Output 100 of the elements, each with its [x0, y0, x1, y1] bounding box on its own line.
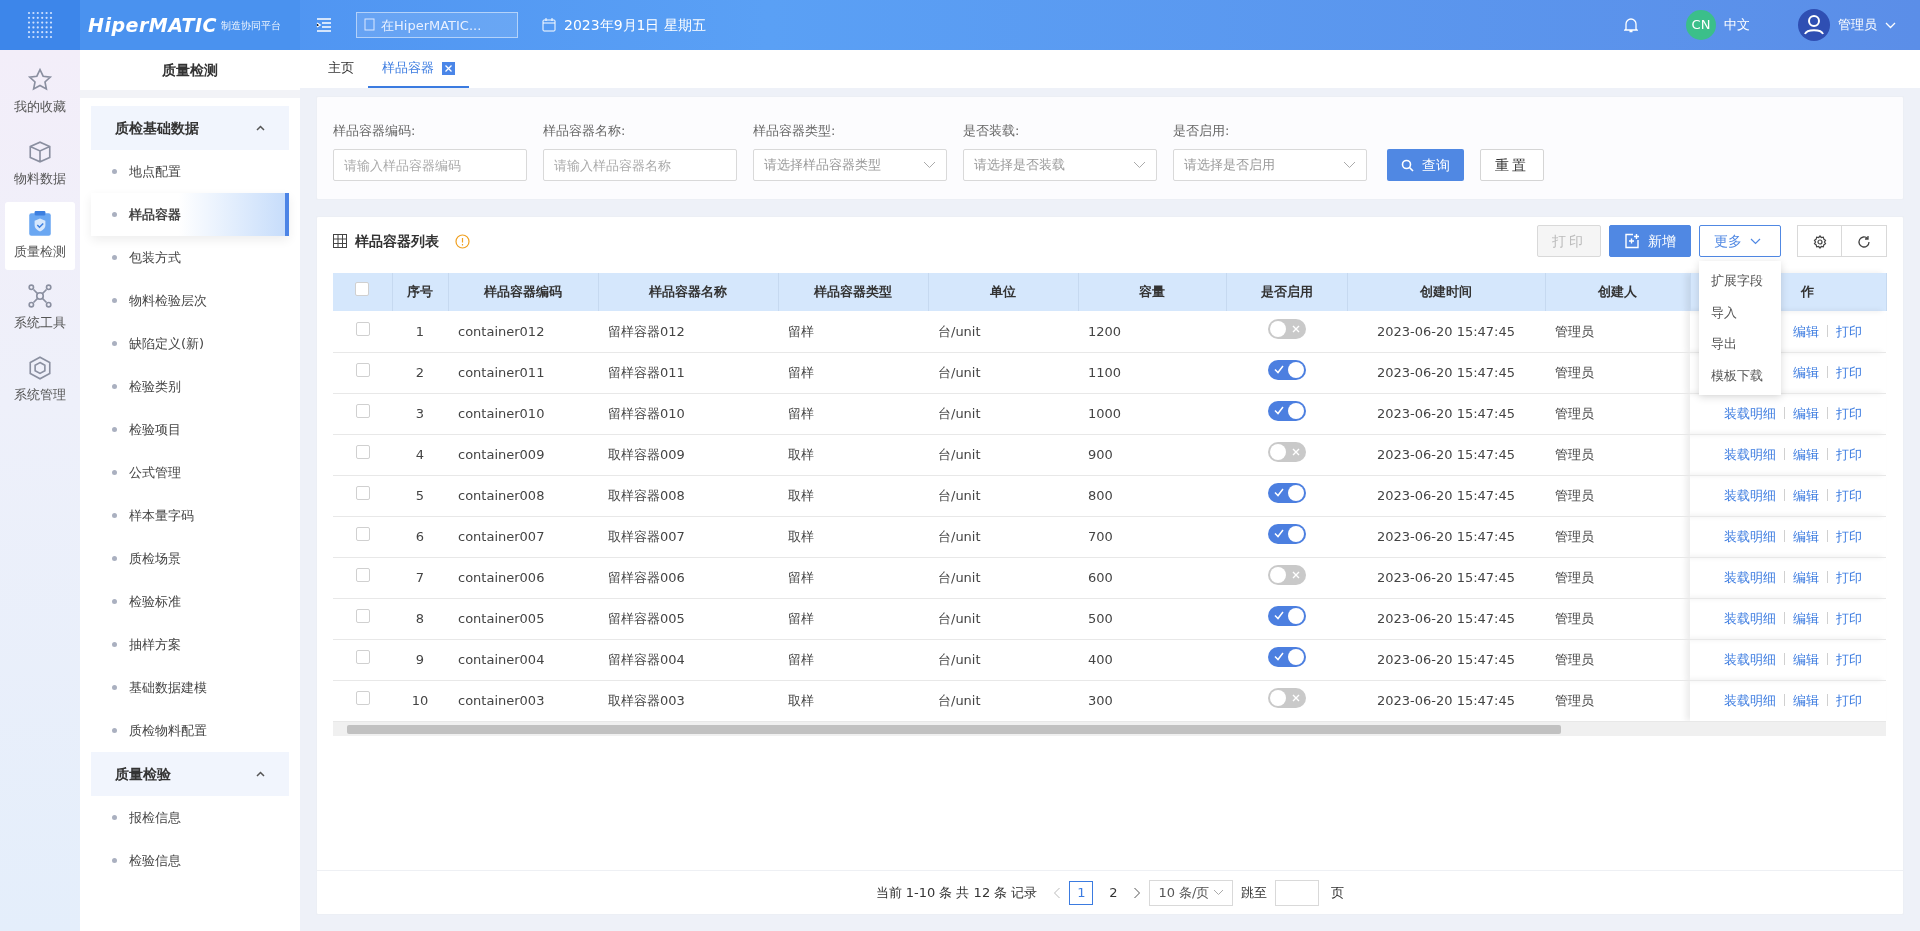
action-link[interactable]: 打印 [1836, 446, 1862, 462]
row-checkbox[interactable] [355, 362, 370, 377]
page-tab[interactable]: 主页 [314, 50, 368, 88]
action-link[interactable]: 打印 [1836, 692, 1862, 708]
toggle-switch[interactable] [1267, 359, 1306, 380]
close-icon[interactable] [442, 61, 455, 75]
sidebar-item[interactable]: 检验项目 [91, 408, 289, 451]
action-link[interactable]: 打印 [1836, 323, 1862, 339]
action-link[interactable]: 装载明细 [1724, 528, 1776, 544]
sidebar-item[interactable]: 物料检验层次 [91, 279, 289, 322]
select-field[interactable]: 请选择样品容器类型 [753, 149, 947, 181]
action-link[interactable]: 装载明细 [1724, 487, 1776, 503]
row-checkbox[interactable] [355, 649, 370, 664]
toggle-switch[interactable] [1267, 523, 1306, 544]
user-name[interactable]: 管理员 [1838, 15, 1877, 35]
action-link[interactable]: 打印 [1836, 528, 1862, 544]
sidebar-item[interactable]: 基础数据建模 [91, 666, 289, 709]
rail-item[interactable]: 系统管理 [5, 346, 75, 414]
action-link[interactable]: 打印 [1836, 364, 1862, 380]
action-link[interactable]: 编辑 [1793, 487, 1819, 503]
sidebar-item[interactable]: 抽样方案 [91, 623, 289, 666]
action-link[interactable]: 打印 [1836, 405, 1862, 421]
action-link[interactable]: 编辑 [1793, 528, 1819, 544]
row-checkbox[interactable] [355, 444, 370, 459]
row-checkbox[interactable] [355, 690, 370, 705]
action-link[interactable]: 打印 [1836, 487, 1862, 503]
sidebar-group[interactable]: 质量检验 [91, 752, 289, 796]
action-link[interactable]: 装载明细 [1724, 569, 1776, 585]
toggle-switch[interactable] [1267, 605, 1306, 626]
search-field[interactable]: 在HiperMATIC... [356, 12, 518, 38]
action-link[interactable]: 装载明细 [1724, 405, 1776, 421]
select-all-checkbox[interactable] [355, 282, 370, 297]
toggle-switch[interactable] [1267, 564, 1306, 585]
action-link[interactable]: 编辑 [1793, 569, 1819, 585]
page-input[interactable] [1275, 879, 1320, 906]
toggle-switch[interactable] [1267, 646, 1306, 667]
language-selector[interactable]: 中文 [1724, 15, 1750, 35]
rail-item[interactable]: 系统工具 [5, 274, 75, 342]
select-field[interactable]: 请选择是否启用 [1173, 149, 1367, 181]
sidebar-item[interactable]: 样本量字码 [91, 494, 289, 537]
action-link[interactable]: 编辑 [1793, 323, 1819, 339]
rail-item[interactable]: 我的收藏 [5, 58, 75, 126]
action-link[interactable]: 编辑 [1793, 610, 1819, 626]
row-checkbox[interactable] [355, 608, 370, 623]
action-link[interactable]: 编辑 [1793, 651, 1819, 667]
previous-page-icon[interactable] [1053, 886, 1062, 899]
menu-item[interactable]: 扩展字段 [1699, 265, 1781, 297]
row-checkbox[interactable] [355, 526, 370, 541]
sidebar-item[interactable]: 报检信息 [91, 796, 289, 839]
rail-item[interactable]: 物料数据 [5, 130, 75, 198]
sidebar-item[interactable]: 地点配置 [91, 150, 289, 193]
action-link[interactable]: 编辑 [1793, 692, 1819, 708]
toggle-switch[interactable] [1267, 687, 1306, 708]
menu-item[interactable]: 模板下载 [1699, 359, 1781, 391]
add-button[interactable]: 新增 [1609, 225, 1691, 257]
action-link[interactable]: 装载明细 [1724, 651, 1776, 667]
input-field[interactable]: 请输入样品容器名称 [543, 149, 737, 181]
toggle-switch[interactable] [1267, 482, 1306, 503]
sidebar-item[interactable]: 检验标准 [91, 580, 289, 623]
action-link[interactable]: 打印 [1836, 651, 1862, 667]
rail-item[interactable]: 质量检测 [5, 202, 75, 270]
action-link[interactable]: 打印 [1836, 610, 1862, 626]
row-checkbox[interactable] [355, 403, 370, 418]
sidebar-item[interactable]: 质检场景 [91, 537, 289, 580]
action-link[interactable]: 编辑 [1793, 364, 1819, 380]
chevron-down-icon[interactable] [1885, 21, 1896, 29]
menu-item[interactable]: 导出 [1699, 328, 1781, 360]
sidebar-item[interactable]: 样品容器 [91, 193, 289, 236]
row-checkbox[interactable] [355, 321, 370, 336]
more-button[interactable]: 更多 [1699, 225, 1781, 257]
bell-icon[interactable] [1624, 17, 1638, 33]
toggle-switch[interactable] [1267, 318, 1306, 339]
row-checkbox[interactable] [355, 485, 370, 500]
sidebar-item[interactable]: 缺陷定义(新) [91, 322, 289, 365]
sidebar-group[interactable]: 质检基础数据 [91, 106, 289, 150]
sidebar-item[interactable]: 质检物料配置 [91, 709, 289, 752]
page-button[interactable]: 1 [1069, 880, 1094, 905]
action-link[interactable]: 编辑 [1793, 405, 1819, 421]
page-size-select[interactable]: 10 条/页 [1149, 879, 1234, 906]
page-tab[interactable]: 样品容器 [368, 50, 469, 88]
reset-button[interactable]: 重置 [1480, 149, 1544, 181]
sidebar-item[interactable]: 包装方式 [91, 236, 289, 279]
settings-button[interactable] [1797, 225, 1842, 257]
sidebar-item[interactable]: 检验类别 [91, 365, 289, 408]
action-link[interactable]: 编辑 [1793, 446, 1819, 462]
sidebar-item[interactable]: 公式管理 [91, 451, 289, 494]
action-link[interactable]: 装载明细 [1724, 446, 1776, 462]
action-link[interactable]: 打印 [1836, 569, 1862, 585]
page-button[interactable]: 2 [1101, 880, 1126, 905]
toggle-switch[interactable] [1267, 400, 1306, 421]
sidebar-item[interactable]: 检验信息 [91, 839, 289, 882]
search-button[interactable]: 查询 [1387, 149, 1464, 181]
refresh-button[interactable] [1842, 225, 1887, 257]
input-field[interactable]: 请输入样品容器编码 [333, 149, 527, 181]
next-page-icon[interactable] [1133, 886, 1142, 899]
action-link[interactable]: 装载明细 [1724, 692, 1776, 708]
toggle-switch[interactable] [1267, 441, 1306, 462]
row-checkbox[interactable] [355, 567, 370, 582]
action-link[interactable]: 装载明细 [1724, 610, 1776, 626]
menu-item[interactable]: 导入 [1699, 296, 1781, 328]
